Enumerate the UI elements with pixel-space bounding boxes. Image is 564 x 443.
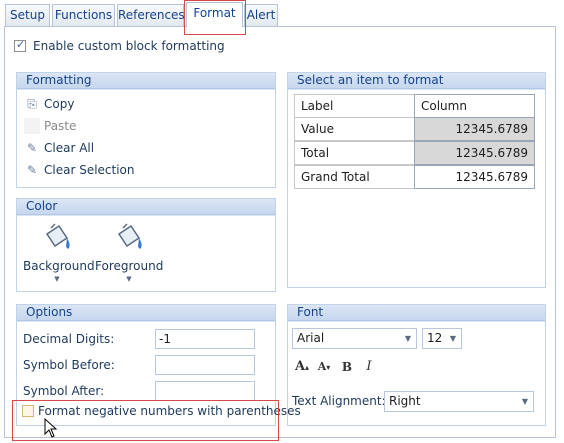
row-label-grand-total[interactable]: Grand Total [294,165,415,189]
format-page: Enable custom block formatting Formattin… [4,26,556,438]
formatting-header: Formatting [17,73,275,89]
chevron-down-icon: ▼ [404,334,412,343]
paste-icon [24,118,40,134]
tab-setup[interactable]: Setup [5,4,50,26]
symbol-before-label: Symbol Before: [23,358,115,372]
row-label-value[interactable]: Value [294,117,415,141]
color-header: Color [17,199,275,215]
clear-all-button[interactable]: ✎ Clear All [24,140,94,156]
shrink-font-icon[interactable]: A▾ [315,358,333,376]
symbol-after-field[interactable] [155,381,255,401]
copy-button[interactable]: ⎘ Copy [24,96,74,112]
italic-icon[interactable]: I [360,358,378,376]
row-cell-value[interactable]: 12345.6789 [414,117,535,141]
bold-icon[interactable]: B [338,358,356,376]
paint-bucket-icon [45,223,70,249]
background-color-button[interactable]: Background ▼ [23,220,95,286]
clear-all-label: Clear All [44,141,95,155]
background-label: Background [23,259,95,273]
text-alignment-value: Right [389,394,421,408]
chevron-down-icon: ▼ [54,275,60,283]
font-group: Font Arial ▼ 12 ▼ A▴ A▾ B I Text Alignme… [287,304,546,426]
clear-selection-button[interactable]: ✎ Clear Selection [24,162,135,178]
formatting-group: Formatting ⎘ Copy Paste ✎ Clear All ✎ Clear… [16,72,276,188]
font-family-combo[interactable]: Arial ▼ [292,328,417,349]
symbol-after-label: Symbol After: [23,384,105,398]
select-item-group: Select an item to format Label Column Va… [287,72,546,288]
symbol-before-field[interactable] [155,355,255,375]
tab-format[interactable]: Format [186,2,243,27]
chevron-down-icon: ▼ [521,397,529,406]
foreground-label: Foreground [95,259,164,273]
eraser-icon: ✎ [26,163,38,177]
negative-parentheses-label[interactable]: Format negative numbers with parentheses [38,403,301,419]
tab-references[interactable]: References [117,4,185,26]
row-cell-grand-total[interactable]: 12345.6789 [414,165,535,189]
copy-label: Copy [44,97,75,111]
text-alignment-label: Text Alignment: [292,394,386,408]
grid-header-label: Label [294,94,415,118]
text-alignment-combo[interactable]: Right ▼ [384,391,534,412]
copy-icon: ⎘ [27,97,37,111]
paint-bucket-icon [117,223,142,249]
paste-label: Paste [44,119,77,133]
font-family-value: Arial [297,331,325,345]
select-item-header: Select an item to format [288,73,545,89]
decimal-digits-label: Decimal Digits: [23,332,115,346]
font-header: Font [288,305,545,321]
clear-selection-label: Clear Selection [44,163,135,177]
tab-functions[interactable]: Functions [52,4,115,26]
eraser-icon: ✎ [26,141,38,155]
grid-header-column: Column [414,94,535,118]
row-cell-total[interactable]: 12345.6789 [414,141,535,165]
row-label-total[interactable]: Total [294,141,415,165]
options-header: Options [17,305,275,321]
font-size-combo[interactable]: 12 ▼ [422,328,462,349]
color-group: Color Background ▼ Foreground ▼ [16,198,276,292]
decimal-digits-field[interactable]: -1 [155,329,255,349]
paste-button[interactable]: Paste [24,118,76,134]
tab-alert[interactable]: Alert [244,4,278,26]
font-size-value: 12 [427,331,443,345]
chevron-down-icon: ▼ [449,334,457,343]
enable-custom-checkbox[interactable] [14,38,26,52]
mouse-cursor-icon [44,418,58,438]
foreground-color-button[interactable]: Foreground ▼ [95,220,163,286]
chevron-down-icon: ▼ [126,275,132,283]
negative-parentheses-checkbox[interactable] [22,405,34,417]
grow-font-icon[interactable]: A▴ [293,358,311,376]
enable-custom-label[interactable]: Enable custom block formatting [33,38,225,54]
